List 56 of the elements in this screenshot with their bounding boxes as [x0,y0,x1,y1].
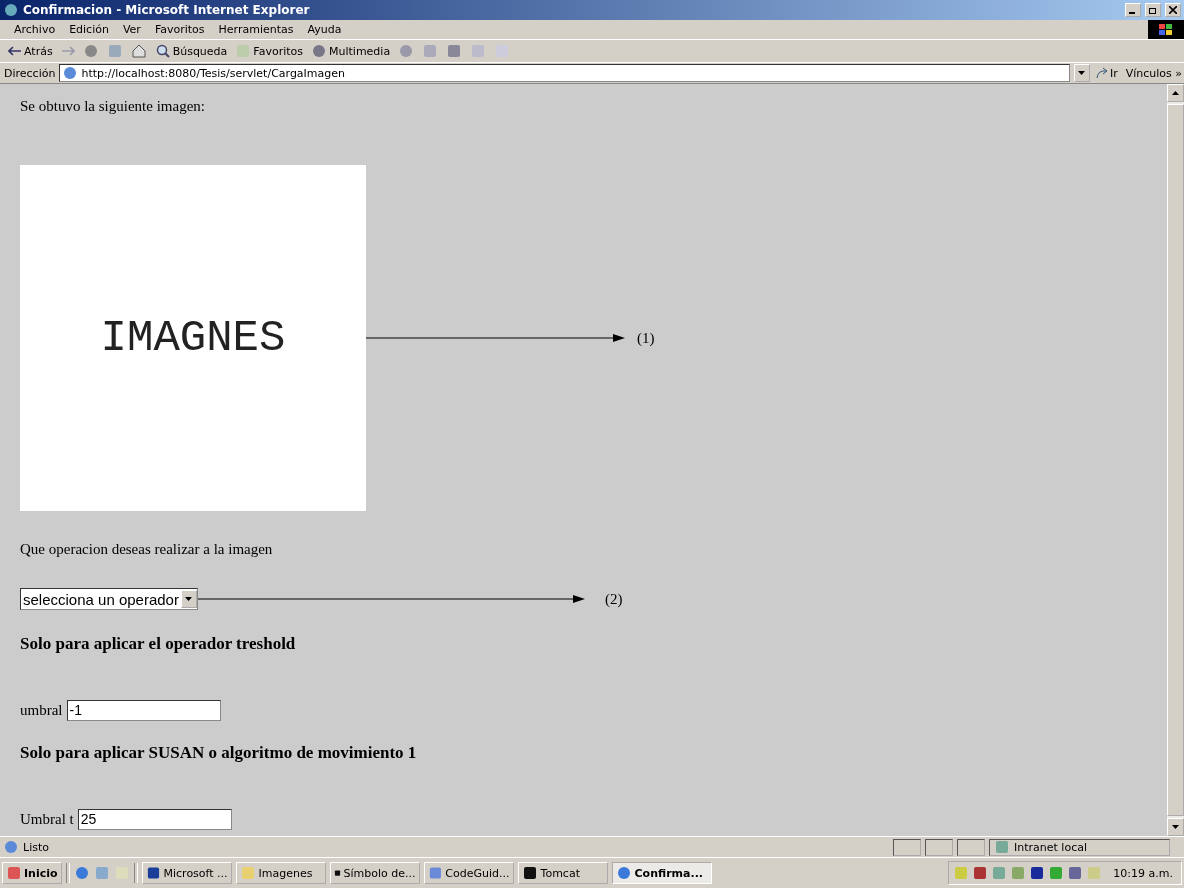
toolbar-button[interactable]: Favoritos [233,41,305,61]
search-icon [154,43,171,59]
status-pane [893,838,921,856]
address-label: Dirección [4,66,56,80]
caret-icon [1078,71,1086,75]
forward-arrow-icon [60,45,75,57]
taskbar-button[interactable]: Confirma... [611,862,712,884]
taskbar-button[interactable]: Símbolo de... [329,862,420,884]
toolbar-button[interactable]: Atrás [6,41,55,61]
down-arrow-icon [1172,825,1179,829]
menu-item[interactable]: Archivo [8,23,62,36]
menu-item[interactable]: Ayuda [301,23,348,36]
minimize-button[interactable] [1125,3,1141,17]
status-pane [957,838,985,856]
window-title: Confirmacion - Microsoft Internet Explorer [23,3,311,17]
taskbar-button[interactable]: Microsoft ... [141,862,232,884]
operator-select[interactable]: selecciona un operador [20,588,198,610]
field-label: umbral [20,702,63,719]
taskbar-button[interactable]: CodeGuid... [423,862,514,884]
close-button[interactable] [1165,3,1181,17]
status-text: Listo [23,840,50,854]
toolbar-button[interactable]: Búsqueda [152,41,230,61]
taskbar-button[interactable]: Tomcat [517,862,608,884]
clock: 10:19 a.m. [1113,866,1173,880]
annotation-label: (2) [604,590,623,608]
scrollbar[interactable] [1167,84,1184,836]
toolbar-button[interactable]: Multimedia [309,41,393,61]
menu-item[interactable]: Herramientas [212,23,300,36]
start-button[interactable]: Inicio [2,862,62,884]
menu-item[interactable]: Ver [116,23,147,36]
intro-text: Se obtuvo la siguiente imagen: [20,98,206,115]
annotation-label: (1) [637,329,655,347]
back-arrow-icon [8,45,22,57]
house-icon [130,43,147,59]
go-button[interactable]: Ir [1093,63,1120,83]
zone-text: Intranet local [1014,840,1087,854]
menu-item[interactable]: Edición [63,23,115,36]
section-heading: Solo para aplicar SUSAN o algoritmo de movimiento 1 [20,743,418,763]
input-field[interactable]: 25 [77,809,232,830]
status-pane [925,838,953,856]
dropdown-button[interactable] [1073,64,1090,82]
address-field[interactable]: http://localhost:8080/Tesis/servlet/CargaImagen [59,64,1070,82]
field-label: Umbral t [20,811,74,828]
up-arrow-icon [1172,91,1179,95]
restore-icon [1148,6,1158,14]
taskbar-button[interactable]: Imagenes [235,862,326,884]
image-text: IMAGNES [100,313,286,363]
input-field[interactable]: -1 [66,700,221,721]
menu-item[interactable]: Favoritos [148,23,211,36]
close-icon [1169,6,1177,14]
arrow-icon [1095,67,1108,79]
caret-icon [185,597,193,601]
links-button[interactable]: Vínculos » [1123,63,1184,83]
prompt-text: Que operacion deseas realizar a la imagen [20,541,274,558]
section-heading: Solo para aplicar el operador treshold [20,634,297,654]
maximize-button[interactable] [1145,3,1161,17]
